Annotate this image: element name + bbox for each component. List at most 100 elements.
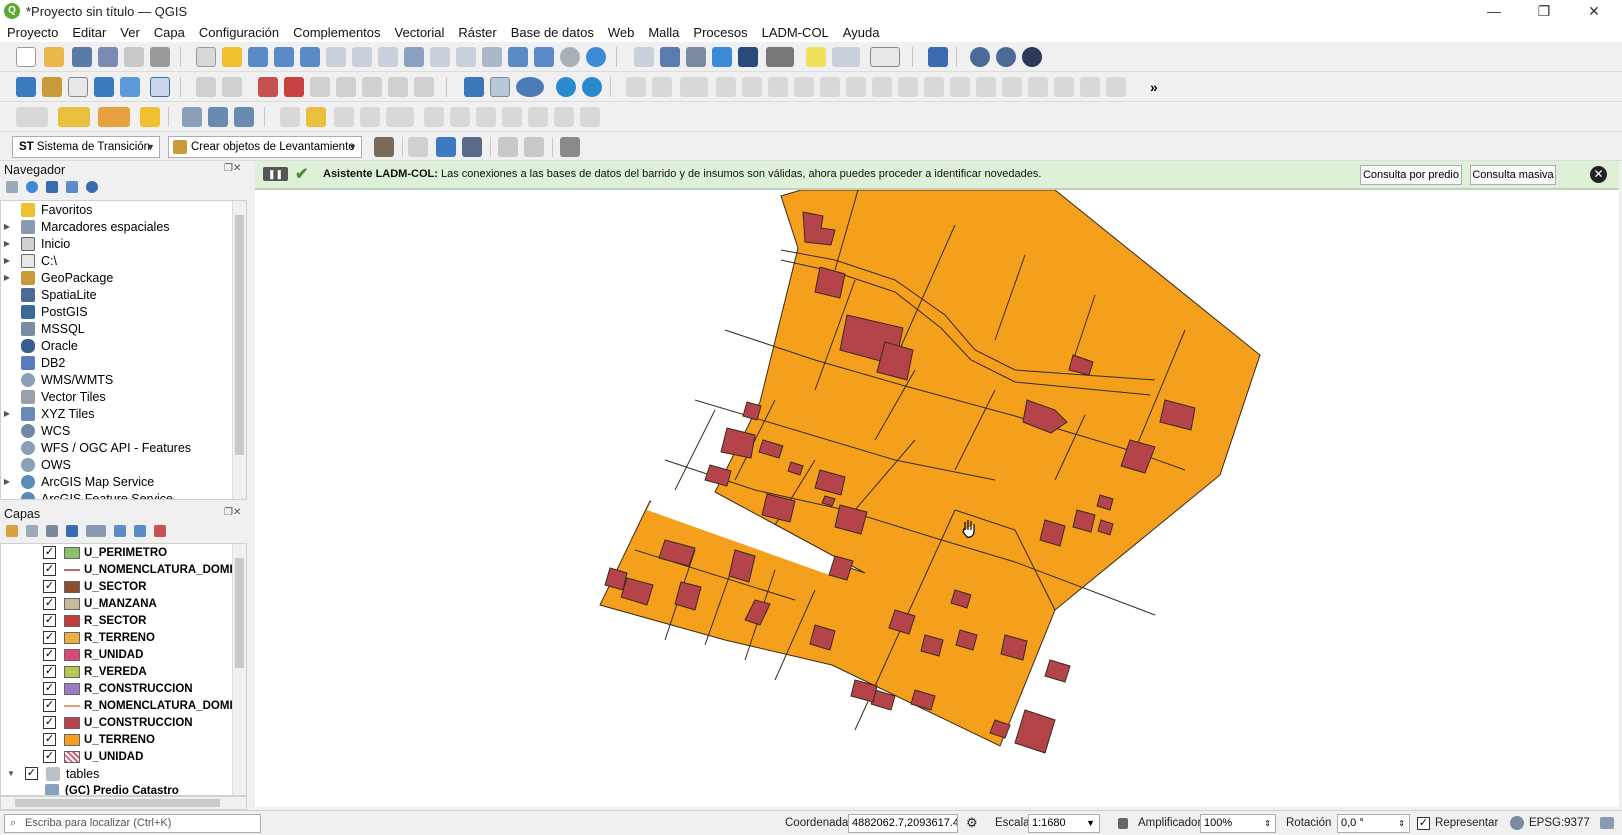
nav-item-ows[interactable]: OWS (1, 456, 71, 473)
bookmark-new-icon[interactable] (508, 47, 528, 67)
menu-vectorial[interactable]: Vectorial (388, 25, 452, 40)
layer-checkbox[interactable]: ✓ (43, 580, 56, 593)
nav-item-wcs[interactable]: WCS (1, 422, 70, 439)
shape-16-icon[interactable] (1106, 77, 1126, 97)
paste-icon[interactable] (528, 107, 548, 127)
shape-15-icon[interactable] (1080, 77, 1100, 97)
filter-icon[interactable] (46, 181, 58, 193)
copy-icon[interactable] (502, 107, 522, 127)
layer-checkbox[interactable]: ✓ (43, 716, 56, 729)
pin-label-icon[interactable] (310, 77, 330, 97)
text-annotation-icon[interactable] (870, 47, 900, 67)
add-selected-icon[interactable] (6, 181, 18, 193)
globe-plugin-icon[interactable] (970, 47, 990, 67)
toolbar-overflow-icon[interactable]: » (1150, 77, 1170, 97)
menu-ayuda[interactable]: Ayuda (836, 25, 887, 40)
show-label-icon[interactable] (336, 77, 356, 97)
zoom-next-icon[interactable] (430, 47, 450, 67)
nav-item-vector-tiles[interactable]: Vector Tiles (1, 388, 106, 405)
node-tool-icon[interactable] (680, 77, 708, 97)
layer-item[interactable]: ✓ R_UNIDAD (43, 646, 143, 663)
refresh-icon[interactable] (26, 181, 38, 193)
undo-icon[interactable] (516, 77, 544, 97)
visibility-icon[interactable] (46, 525, 58, 537)
label-highlight-icon[interactable] (258, 77, 278, 97)
polygon-vertex-icon[interactable] (436, 137, 456, 157)
layers-hscrollbar[interactable] (0, 796, 247, 810)
nav-item-xyz-tiles[interactable]: ▶ XYZ Tiles (1, 405, 95, 422)
system-combo[interactable]: ST Sistema de Transición ▼ (12, 136, 160, 158)
save-disabled-icon[interactable] (408, 137, 428, 157)
measure-icon[interactable] (766, 47, 794, 67)
save-project-icon[interactable] (72, 47, 92, 67)
new-project-icon[interactable] (16, 47, 36, 67)
epsg-label[interactable]: EPSG:9377 (1529, 817, 1590, 829)
filter-icon[interactable] (66, 525, 78, 537)
nav-item-marcadores[interactable]: ▶ Marcadores espaciales (1, 218, 170, 235)
split-icon[interactable] (652, 77, 672, 97)
move-label-icon[interactable] (362, 77, 382, 97)
messages-icon[interactable] (1600, 817, 1614, 829)
digitize-icon[interactable] (94, 77, 114, 97)
consulta-predio-button[interactable]: Consulta por predio (1360, 165, 1462, 185)
nav-item-mssql[interactable]: MSSQL (1, 320, 85, 337)
restore-button[interactable]: ❐ (1520, 0, 1568, 22)
shape-14-icon[interactable] (1054, 77, 1074, 97)
layer-checkbox[interactable]: ✓ (43, 733, 56, 746)
pause-icon[interactable]: ❚❚ (263, 167, 288, 181)
toggle-editing-icon[interactable] (306, 107, 326, 127)
style-panel-icon[interactable] (6, 525, 18, 537)
map-svg[interactable] (255, 190, 1619, 807)
form-icon[interactable] (208, 107, 228, 127)
layer-checkbox[interactable]: ✓ (43, 750, 56, 763)
expand-icon[interactable]: ▶ (1, 477, 13, 486)
layer-item[interactable]: ✓ R_CONSTRUCCION (43, 680, 193, 697)
nav-item-db2[interactable]: DB2 (1, 354, 65, 371)
statistics-icon[interactable] (686, 47, 706, 67)
add-raster-icon[interactable] (120, 77, 140, 97)
shape-6-icon[interactable] (846, 77, 866, 97)
layer-item[interactable]: ✓ U_TERRENO (43, 731, 155, 748)
pan-hand-icon[interactable] (196, 47, 216, 67)
add-feature-icon[interactable] (360, 107, 380, 127)
nav-item-c-drive[interactable]: ▶ C:\ (1, 252, 57, 269)
shape-12-icon[interactable] (1002, 77, 1022, 97)
layer-item[interactable]: ✓ R_NOMENCLATURA_DOMICILIARIA (43, 697, 246, 714)
nav-item-arcgis-feature[interactable]: ArcGIS Feature Service (1, 490, 173, 499)
globe-icon[interactable] (1510, 816, 1524, 830)
panel-float-icon[interactable]: ❐✕ (224, 163, 241, 174)
nav-item-wms[interactable]: WMS/WMTS (1, 371, 113, 388)
minimize-button[interactable]: — (1470, 0, 1518, 22)
menu-ver[interactable]: Ver (113, 25, 147, 40)
zoom-layer-icon[interactable] (352, 47, 372, 67)
change-label-icon[interactable] (414, 77, 434, 97)
layer-item[interactable]: ✓ U_SECTOR (43, 578, 146, 595)
refresh-icon[interactable] (586, 47, 606, 67)
edits-icon[interactable] (280, 107, 300, 127)
nav-item-wfs[interactable]: WFS / OGC API - Features (1, 439, 191, 456)
cut-icon[interactable] (476, 107, 496, 127)
python-console-icon[interactable] (464, 77, 484, 97)
shape-5-icon[interactable] (820, 77, 840, 97)
close-window-button[interactable]: ✕ (1570, 0, 1618, 22)
show-bookmarks-icon[interactable] (534, 47, 554, 67)
collapse-icon[interactable]: ▼ (5, 769, 17, 778)
shape-7-icon[interactable] (872, 77, 892, 97)
collapse-all-icon[interactable] (134, 525, 146, 537)
new-3d-view-icon[interactable] (482, 47, 502, 67)
undo-edit-icon[interactable] (554, 107, 574, 127)
collapse-all-icon[interactable] (66, 181, 78, 193)
shape-8-icon[interactable] (898, 77, 918, 97)
select-feature-icon[interactable] (832, 47, 860, 67)
add-vector-icon[interactable] (68, 77, 88, 97)
menu-procesos[interactable]: Procesos (686, 25, 754, 40)
globe-plugin-3-icon[interactable] (1022, 47, 1042, 67)
layer-checkbox[interactable]: ✓ (43, 546, 56, 559)
shape-3-icon[interactable] (768, 77, 788, 97)
sum-icon[interactable] (738, 47, 758, 67)
menu-malla[interactable]: Malla (641, 25, 686, 40)
copy-feature-icon[interactable] (498, 137, 518, 157)
menu-raster[interactable]: Ráster (451, 25, 503, 40)
shape-11-icon[interactable] (976, 77, 996, 97)
open-project-icon[interactable] (44, 47, 64, 67)
